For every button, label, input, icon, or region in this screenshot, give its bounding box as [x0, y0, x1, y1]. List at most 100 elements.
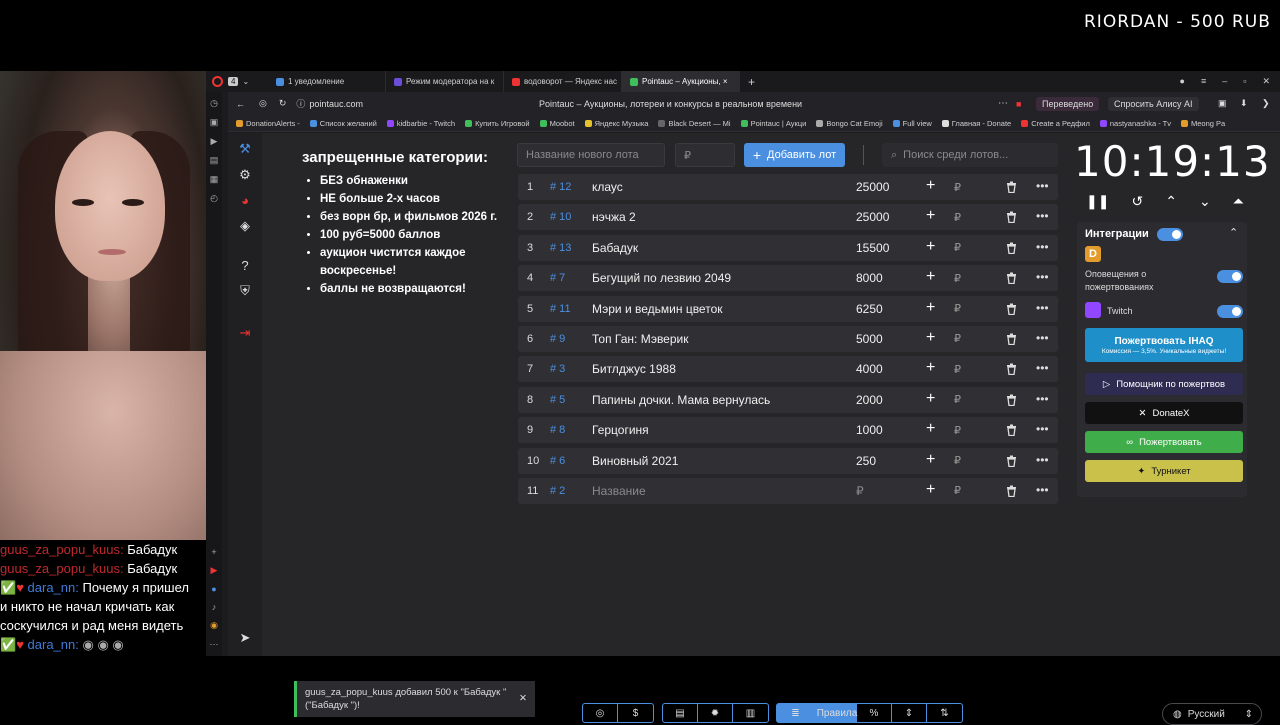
donate-button[interactable]: ∞ Пожертвовать [1085, 431, 1243, 453]
rules-button[interactable]: ≣ Правила [777, 704, 857, 722]
github-icon[interactable]: ◎ [583, 704, 618, 722]
lot-name[interactable]: клаус [592, 180, 623, 194]
tiktok-icon[interactable]: ♪ [212, 602, 217, 612]
tab-notification[interactable]: 1 уведомление [268, 71, 386, 92]
add-amount-icon[interactable]: + [926, 238, 935, 256]
restore-icon[interactable]: ▫ [1243, 76, 1246, 87]
lot-amount[interactable]: 250 [856, 454, 876, 468]
delete-icon[interactable] [1006, 485, 1017, 497]
bug-icon[interactable]: ✹ [698, 704, 733, 722]
lot-row[interactable]: 1 # 12 клаус 25000 + ₽ ••• [518, 174, 1058, 200]
delete-icon[interactable] [1006, 272, 1017, 285]
delete-icon[interactable] [1006, 181, 1017, 193]
bookmark-icon[interactable]: ■ [1016, 99, 1021, 109]
lot-amount[interactable]: 1000 [856, 423, 883, 437]
donate-ihaq-button[interactable]: Пожертвовать IHAQ Комиссия — 3,5%. Уника… [1085, 328, 1243, 362]
more-icon[interactable]: ⋯ [210, 639, 219, 650]
settings-icon[interactable]: ⚙ [239, 167, 251, 183]
opera-logo-icon[interactable] [206, 71, 228, 92]
snapshot-icon[interactable]: ▣ [1218, 98, 1227, 109]
telegram-icon[interactable]: ➤ [240, 630, 251, 646]
bookmark-item[interactable]: Купить Игровой [465, 119, 530, 128]
reload-icon[interactable]: ↻ [273, 98, 293, 109]
bookmark-item[interactable]: Bongo Cat Emoji [816, 119, 883, 128]
lot-row[interactable]: 8 # 5 Папины дочки. Мама вернулась 2000 + ₽ ••… [518, 386, 1058, 413]
vk-icon[interactable]: ● [211, 584, 216, 594]
calendar-icon[interactable]: ▦ [210, 174, 219, 185]
delete-icon[interactable] [1006, 333, 1017, 345]
bookmark-item[interactable]: Список желаний [309, 119, 377, 128]
donation-helper-button[interactable]: ▷ Помощник по пожертвов [1085, 373, 1243, 395]
lot-name[interactable]: Мэри и ведьмин цветок [592, 302, 723, 316]
turniket-button[interactable]: ✦ Турникет [1085, 460, 1243, 482]
lot-name[interactable]: Название [592, 484, 646, 498]
delete-icon[interactable] [1006, 394, 1017, 406]
add-amount-icon[interactable]: + [926, 177, 935, 195]
tab-pointauc[interactable]: Pointauc – Аукционы, × [622, 71, 740, 92]
add-amount-icon[interactable]: + [926, 268, 935, 286]
pause-icon[interactable]: ❚❚ [1086, 193, 1109, 210]
wheel-icon[interactable]: ◕ [241, 193, 249, 208]
bookmark-item[interactable]: Яндекс Музыка [584, 119, 648, 128]
history-icon[interactable]: ◷ [210, 98, 218, 109]
more-icon[interactable]: ••• [1036, 240, 1049, 254]
tab-yandex[interactable]: водоворот — Яндекс нас [504, 71, 622, 92]
back-icon[interactable]: ← [228, 99, 253, 109]
more-icon[interactable]: ••• [1036, 453, 1049, 467]
add-amount-icon[interactable]: + [926, 359, 935, 377]
lot-name[interactable]: нэчжа 2 [592, 210, 636, 224]
settings-icon[interactable]: ❯ [1262, 98, 1270, 109]
site-info-icon[interactable]: ⓘ [292, 97, 309, 110]
lot-row[interactable]: 10 # 6 Виновный 2021 250 + ₽ ••• [518, 447, 1058, 474]
add-amount-icon[interactable]: + [926, 451, 935, 469]
new-lot-amount-input[interactable]: ₽ [675, 143, 735, 167]
collapse-icon[interactable]: ⌃ [1229, 226, 1238, 239]
bookmark-item[interactable]: kidbarbie - Twitch [386, 119, 455, 128]
app-icon[interactable]: ◉ [210, 620, 218, 631]
workspace-switcher[interactable]: 4 ⌄ [228, 77, 268, 86]
more-icon[interactable]: ••• [1036, 361, 1049, 375]
add-lot-button[interactable]: + Добавить лот [744, 143, 845, 167]
delete-icon[interactable] [1006, 242, 1017, 254]
add-amount-icon[interactable]: + [926, 420, 935, 438]
lot-amount[interactable]: ₽ [856, 484, 864, 498]
lot-row[interactable]: 3 # 13 Бабадук 15500 + ₽ ••• [518, 234, 1058, 261]
extension-icon[interactable]: ▤ [210, 155, 219, 166]
tab-moderator[interactable]: Режим модератора на к [386, 71, 504, 92]
minimize-icon[interactable]: – [1222, 76, 1227, 87]
lot-amount[interactable]: 25000 [856, 210, 889, 224]
lot-name[interactable]: Герцогиня [592, 423, 649, 437]
lot-name[interactable]: Бабадук [592, 241, 638, 255]
more-icon[interactable]: ••• [1036, 270, 1049, 284]
bookmark-item[interactable]: DonationAlerts - [236, 119, 300, 128]
sort-icon[interactable]: ⇅ [927, 704, 962, 722]
new-lot-name-input[interactable]: Название нового лота [517, 143, 665, 167]
download-icon[interactable]: ⬇ [1240, 98, 1248, 109]
lot-amount[interactable]: 15500 [856, 241, 889, 255]
lot-amount[interactable]: 2000 [856, 393, 883, 407]
more-icon[interactable]: ••• [1036, 209, 1049, 223]
bookmark-item[interactable]: Главная - Donate [941, 119, 1011, 128]
clear-icon[interactable]: ▥ [733, 704, 768, 722]
lot-row[interactable]: 5 # 11 Мэри и ведьмин цветок 6250 + ₽ ••• [518, 295, 1058, 322]
lot-name[interactable]: Топ Ган: Мэверик [592, 332, 689, 346]
delete-icon[interactable] [1006, 424, 1017, 437]
ask-alice-button[interactable]: Спросить Алису AI [1108, 96, 1199, 111]
youtube-icon[interactable]: ▶ [211, 565, 218, 576]
lot-amount[interactable]: 25000 [856, 180, 889, 194]
layers-icon[interactable]: ◈ [240, 218, 250, 234]
auction-icon[interactable]: ⚒ [239, 141, 251, 157]
new-tab-button[interactable]: + [740, 75, 763, 89]
bookmark-item[interactable]: Create a Редфил [1021, 119, 1090, 128]
language-select[interactable]: ◍ Русский ⇕ [1162, 703, 1262, 725]
add-amount-icon[interactable]: + [926, 207, 935, 225]
double-up-icon[interactable]: ⏶ [1233, 193, 1244, 210]
reset-icon[interactable]: ↺ [1131, 193, 1143, 210]
donation-alerts-toggle[interactable] [1217, 270, 1243, 283]
lot-name[interactable]: Виновный 2021 [592, 454, 678, 468]
twitch-toggle[interactable] [1217, 305, 1243, 318]
add-amount-icon[interactable]: + [926, 390, 935, 408]
percent-icon[interactable]: % [857, 704, 892, 722]
save-icon[interactable]: ▤ [663, 704, 698, 722]
lot-row[interactable]: 4 # 7 Бегущий по лезвию 2049 8000 + ₽ ••• [518, 265, 1058, 292]
